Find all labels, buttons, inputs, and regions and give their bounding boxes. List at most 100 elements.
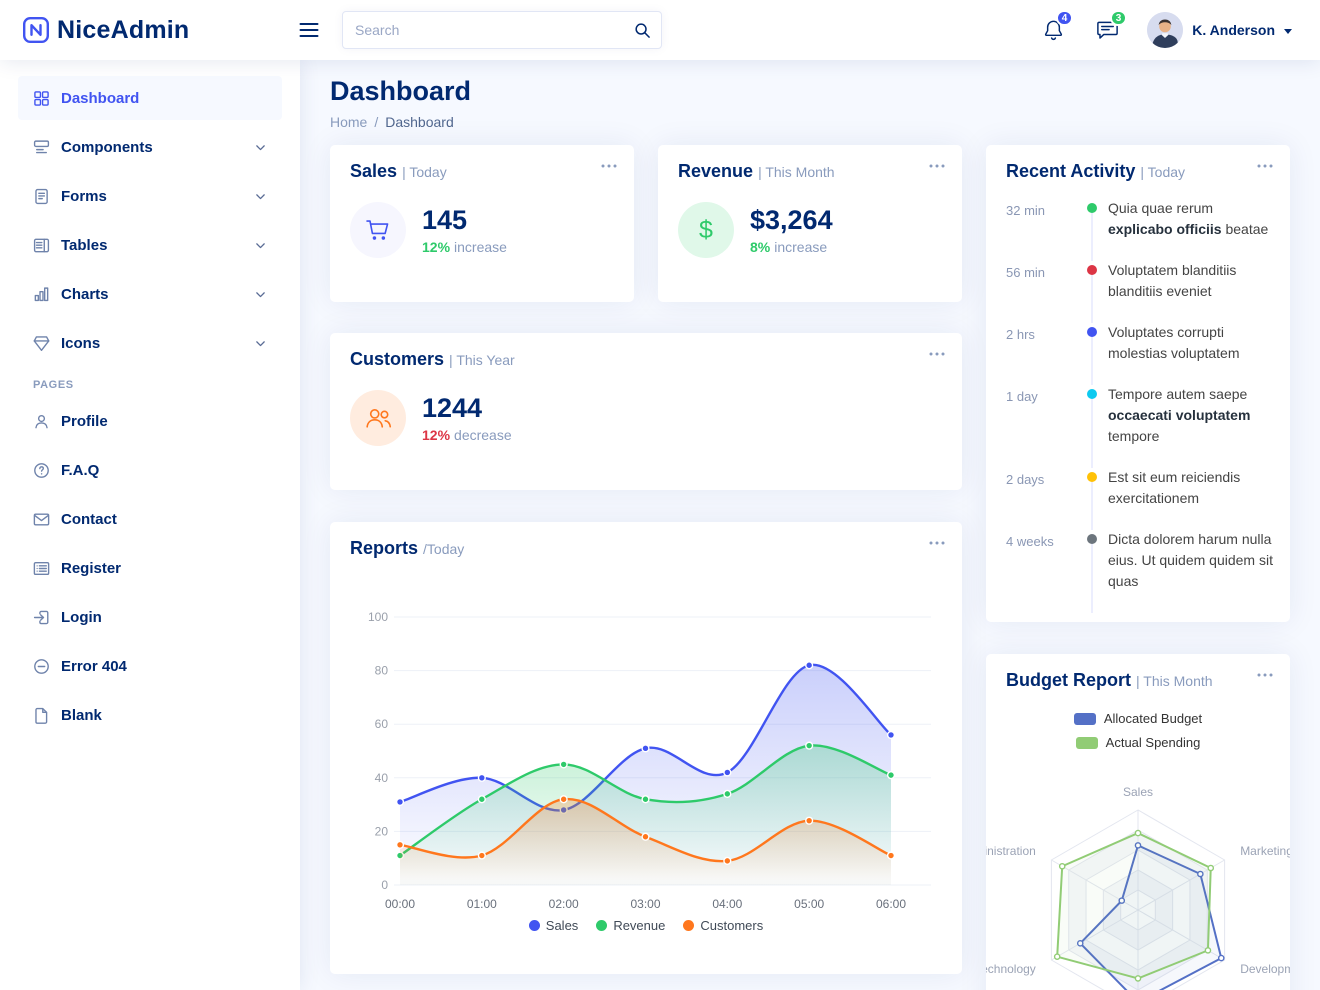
card-options-button[interactable]	[1254, 159, 1276, 173]
x-axis-tick: 00:00	[385, 897, 415, 911]
question-circle-icon	[33, 462, 50, 479]
activity-dot	[1076, 322, 1108, 364]
sidebar-item-label: Icons	[61, 335, 100, 352]
activity-item: 56 minVoluptatem blanditiis blanditiis e…	[1006, 260, 1274, 322]
messages-badge: 3	[1110, 10, 1128, 26]
sidebar-item-components[interactable]: Components	[18, 125, 282, 169]
sidebar-item-dashboard[interactable]: Dashboard	[18, 76, 282, 120]
sidebar-item-icons[interactable]: Icons	[18, 321, 282, 365]
card-options-button[interactable]	[926, 536, 948, 550]
chevron-down-icon	[254, 190, 267, 203]
messages-button[interactable]: 3	[1087, 10, 1127, 50]
sidebar-item-profile[interactable]: Profile	[18, 399, 282, 443]
card-list-icon	[33, 560, 50, 577]
search-input[interactable]	[342, 11, 662, 49]
card-options-button[interactable]	[1254, 668, 1276, 682]
ellipsis-icon	[928, 351, 946, 357]
legend-item-allocated-budget[interactable]: Allocated Budget	[1074, 711, 1202, 726]
card-title-period: /Today	[423, 541, 464, 557]
sales-delta: 12%	[422, 239, 450, 255]
y-axis-tick: 60	[375, 717, 389, 731]
components-icon	[33, 139, 50, 156]
nav-item: F.A.Q	[18, 448, 282, 492]
activity-text: Quia quae rerum explicabo officiis beata…	[1108, 198, 1274, 240]
nav-item: Contact	[18, 497, 282, 541]
sidebar-item-charts[interactable]: Charts	[18, 272, 282, 316]
sidebar-item-login[interactable]: Login	[18, 595, 282, 639]
budget-report-card: Budget Report | This Month Allocated Bud…	[986, 654, 1290, 990]
sidebar-nav: Dashboard Components Forms Tables Charts Icon…	[18, 76, 282, 365]
ellipsis-icon	[1256, 163, 1274, 169]
login-icon	[33, 609, 50, 626]
revenue-delta: 8%	[750, 239, 770, 255]
legend-dot	[529, 920, 540, 931]
notifications-badge: 4	[1056, 10, 1074, 26]
sidebar-pages-nav: Profile F.A.Q Contact Register Login Error 40…	[18, 399, 282, 737]
legend-item-customers[interactable]: Customers	[683, 918, 763, 933]
bar-chart-icon	[33, 286, 50, 303]
activity-dot	[1076, 198, 1108, 240]
activity-time: 2 days	[1006, 467, 1076, 509]
card-title-text: Customers	[350, 349, 444, 369]
hamburger-icon	[297, 18, 321, 42]
sidebar-item-forms[interactable]: Forms	[18, 174, 282, 218]
sidebar-item-label: Error 404	[61, 658, 127, 675]
legend-label: Customers	[700, 918, 763, 933]
customers-value: 1244	[422, 393, 512, 424]
sidebar-item-label: Register	[61, 560, 121, 577]
nav-item: Blank	[18, 693, 282, 737]
notifications-button[interactable]: 4	[1033, 10, 1073, 50]
sidebar-item-contact[interactable]: Contact	[18, 497, 282, 541]
revenue-figures: $3,264 8%increase	[750, 205, 833, 255]
person-icon	[33, 413, 50, 430]
activity-time: 4 weeks	[1006, 529, 1076, 592]
x-axis-tick: 04:00	[712, 897, 742, 911]
sidebar-item-error-404[interactable]: Error 404	[18, 644, 282, 688]
chevron-down-icon	[1284, 29, 1292, 34]
legend-item-actual-spending[interactable]: Actual Spending	[1076, 735, 1201, 750]
x-axis-tick: 05:00	[794, 897, 824, 911]
customers-delta-row: 12%decrease	[422, 427, 512, 443]
header-nav: 4 3 K. Ande	[1033, 10, 1292, 50]
sidebar-item-label: F.A.Q	[61, 462, 99, 479]
nav-item: Components	[18, 125, 282, 169]
sidebar-item-tables[interactable]: Tables	[18, 223, 282, 267]
card-options-button[interactable]	[926, 347, 948, 361]
y-axis-tick: 40	[375, 771, 389, 785]
sidebar-item-label: Tables	[61, 237, 107, 254]
activity-dot	[1076, 529, 1108, 592]
legend-item-sales[interactable]: Sales	[529, 918, 579, 933]
breadcrumb-home[interactable]: Home	[330, 114, 367, 130]
activity-item: 2 hrsVoluptates corrupti molestias volup…	[1006, 322, 1274, 384]
card-title: Revenue | This Month	[658, 145, 962, 190]
people-icon	[350, 390, 406, 446]
y-axis-tick: 100	[368, 610, 388, 624]
activity-item: 1 dayTempore autem saepe occaecati volup…	[1006, 384, 1274, 467]
legend-item-revenue[interactable]: Revenue	[596, 918, 665, 933]
reports-line-chart: 02040608010000:0001:0002:0003:0004:0005:…	[330, 522, 962, 922]
activity-timeline: 32 min Quia quae rerum explicabo officiis…	[986, 190, 1290, 612]
card-options-button[interactable]	[926, 159, 948, 173]
chevron-down-icon	[254, 239, 267, 252]
activity-text: Voluptatem blanditiis blanditiis eveniet	[1108, 260, 1274, 302]
legend-swatch	[1076, 737, 1098, 749]
nav-item: Dashboard	[18, 76, 282, 120]
radar-indicator-label: Sales	[1123, 785, 1153, 799]
sidebar-toggle-button[interactable]	[296, 17, 322, 43]
activity-time: 32 min	[1006, 198, 1076, 240]
customers-summary: 1244 12%decrease	[330, 378, 962, 458]
brand-logo[interactable]: NiceAdmin	[22, 16, 189, 45]
budget-radar-chart: SalesAdministrationInformation Technolog…	[986, 784, 1290, 990]
search-icon	[634, 22, 651, 39]
card-options-button[interactable]	[598, 159, 620, 173]
profile-menu[interactable]: K. Anderson	[1147, 12, 1292, 48]
sidebar-item-f-a-q[interactable]: F.A.Q	[18, 448, 282, 492]
sidebar-item-blank[interactable]: Blank	[18, 693, 282, 737]
activity-dot	[1076, 467, 1108, 509]
sidebar-item-register[interactable]: Register	[18, 546, 282, 590]
search-button[interactable]	[626, 15, 658, 45]
card-title-text: Recent Activity	[1006, 161, 1135, 181]
card-title-period: | This Month	[758, 164, 835, 180]
card-title-text: Reports	[350, 538, 418, 558]
main-content: Dashboard Home/Dashboard Sales | Today	[300, 60, 1320, 990]
